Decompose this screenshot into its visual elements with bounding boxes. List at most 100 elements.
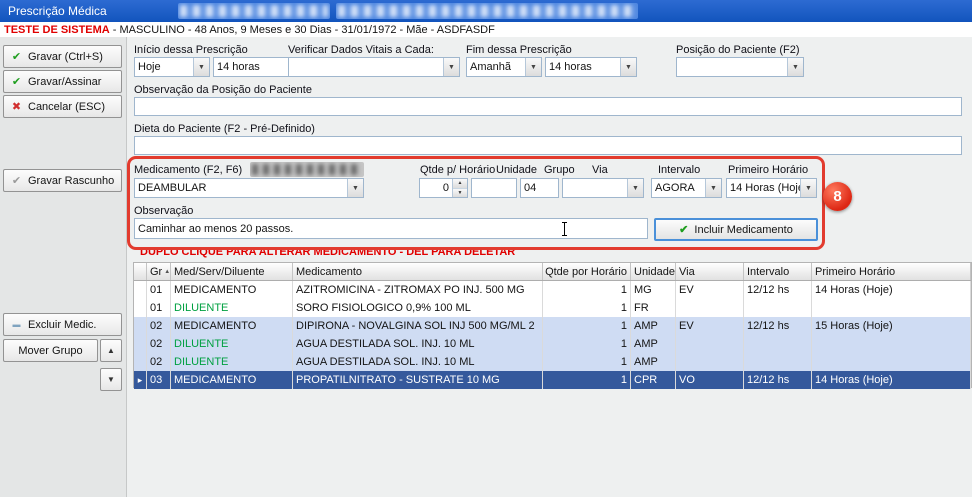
cell-intervalo: 12/12 hs: [744, 371, 812, 389]
intervalo-select[interactable]: AGORA ▼: [651, 178, 722, 198]
table-row[interactable]: 01 DILUENTE SORO FISIOLOGICO 0,9% 100 ML…: [134, 299, 971, 317]
dieta-paciente-label: Dieta do Paciente (F2 - Pré-Definido): [134, 123, 315, 135]
gravar-button[interactable]: ✔ Gravar (Ctrl+S): [3, 45, 122, 68]
column-header-via[interactable]: Via: [676, 263, 744, 280]
cell-intervalo: [744, 353, 812, 371]
verificar-dados-vitais-label: Verificar Dados Vitais a Cada:: [288, 44, 434, 56]
spin-up-icon[interactable]: ▲: [453, 179, 467, 188]
cell-primeiro-horario: [812, 335, 971, 353]
cell-unidade: AMP: [631, 353, 676, 371]
excluir-medicamento-button-label: Excluir Medic.: [28, 319, 96, 331]
chevron-down-icon: ▼: [620, 58, 636, 76]
mover-grupo-button[interactable]: Mover Grupo: [3, 339, 98, 362]
sidebar: ✔ Gravar (Ctrl+S) ✔ Gravar/Assinar ✖ Can…: [0, 37, 127, 497]
via-label: Via: [592, 164, 608, 176]
cell-medicamento: AZITROMICINA - ZITROMAX PO INJ. 500 MG: [293, 281, 543, 299]
via-select[interactable]: ▼: [562, 178, 644, 198]
cell-qtde: 1: [543, 281, 631, 299]
cell-primeiro-horario: [812, 299, 971, 317]
dieta-paciente-input[interactable]: [134, 136, 962, 155]
incluir-medicamento-button[interactable]: ✔ Incluir Medicamento: [654, 218, 818, 241]
obs-posicao-input[interactable]: [134, 97, 962, 116]
medicamento-select[interactable]: DEAMBULAR ▼: [134, 178, 364, 198]
qtde-horario-label: Qtde p/ Horário: [420, 164, 495, 176]
cell-primeiro-horario: 14 Horas (Hoje): [812, 281, 971, 299]
redacted-option-chip: [250, 162, 364, 177]
cell-gr: 02: [147, 317, 171, 335]
chevron-down-icon: ▼: [347, 179, 363, 197]
cell-qtde: 1: [543, 299, 631, 317]
cell-gr: 02: [147, 335, 171, 353]
cell-unidade: MG: [631, 281, 676, 299]
cell-gr: 03: [147, 371, 171, 389]
cell-tipo: MEDICAMENTO: [171, 317, 293, 335]
cell-medicamento: AGUA DESTILADA SOL. INJ. 10 ML: [293, 353, 543, 371]
observacao-input[interactable]: Caminhar ao menos 20 passos.: [134, 218, 648, 239]
patient-info-bar: TESTE DE SISTEMA - MASCULINO - 48 Anos, …: [0, 22, 972, 37]
posicao-paciente-select[interactable]: ▼: [676, 57, 804, 77]
gravar-rascunho-button-label: Gravar Rascunho: [28, 175, 114, 187]
medicamento-label: Medicamento (F2, F6): [134, 164, 242, 176]
cell-unidade: FR: [631, 299, 676, 317]
arrow-up-icon: ▲: [107, 346, 115, 355]
cell-intervalo: [744, 299, 812, 317]
cell-tipo: MEDICAMENTO: [171, 371, 293, 389]
annotation-step-badge: 8: [823, 182, 852, 211]
table-row[interactable]: 01 MEDICAMENTO AZITROMICINA - ZITROMAX P…: [134, 281, 971, 299]
gravar-assinar-button[interactable]: ✔ Gravar/Assinar: [3, 70, 122, 93]
cell-medicamento: PROPATILNITRATO - SUSTRATE 10 MG: [293, 371, 543, 389]
chevron-down-icon: ▼: [787, 58, 803, 76]
column-header-tipo[interactable]: Med/Serv/Diluente: [171, 263, 293, 280]
cell-primeiro-horario: 15 Horas (Hoje): [812, 317, 971, 335]
incluir-medicamento-button-label: Incluir Medicamento: [694, 224, 792, 236]
check-icon: ✔: [10, 174, 23, 187]
unidade-input[interactable]: [471, 178, 517, 198]
table-row[interactable]: 02 MEDICAMENTO DIPIRONA - NOVALGINA SOL …: [134, 317, 971, 335]
qtde-horario-stepper[interactable]: 0 ▲ ▼: [419, 178, 468, 198]
chevron-down-icon: ▼: [705, 179, 721, 197]
selected-row-marker-icon: ▸: [138, 375, 143, 386]
title-bar[interactable]: Prescrição Médica: [0, 0, 972, 22]
table-row[interactable]: 02 DILUENTE AGUA DESTILADA SOL. INJ. 10 …: [134, 335, 971, 353]
spin-down-icon[interactable]: ▼: [453, 188, 467, 198]
column-header-unidade[interactable]: Unidade: [631, 263, 676, 280]
gravar-rascunho-button[interactable]: ✔ Gravar Rascunho: [3, 169, 122, 192]
grupo-input[interactable]: 04: [520, 178, 559, 198]
cell-via: EV: [676, 317, 744, 335]
check-icon: ✔: [10, 75, 23, 88]
x-icon: ✖: [10, 100, 23, 113]
fim-hora-select[interactable]: 14 horas ▼: [545, 57, 637, 77]
cell-unidade: CPR: [631, 371, 676, 389]
cell-tipo: DILUENTE: [171, 353, 293, 371]
observacao-label: Observação: [134, 205, 193, 217]
verificar-dados-vitais-select[interactable]: ▼: [288, 57, 460, 77]
cancelar-button[interactable]: ✖ Cancelar (ESC): [3, 95, 122, 118]
fim-prescricao-select[interactable]: Amanhã ▼: [466, 57, 542, 77]
table-row-selected[interactable]: ▸ 03 MEDICAMENTO PROPATILNITRATO - SUSTR…: [134, 371, 971, 389]
minus-icon: ▬: [10, 320, 23, 329]
cell-primeiro-horario: 14 Horas (Hoje): [812, 371, 971, 389]
cell-medicamento: SORO FISIOLOGICO 0,9% 100 ML: [293, 299, 543, 317]
cell-medicamento: DIPIRONA - NOVALGINA SOL INJ 500 MG/ML 2: [293, 317, 543, 335]
chevron-down-icon: ▼: [193, 58, 209, 76]
primeiro-horario-select[interactable]: 14 Horas (Hoje) ▼: [726, 178, 817, 198]
column-header-medicamento[interactable]: Medicamento: [293, 263, 543, 280]
cell-unidade: AMP: [631, 335, 676, 353]
inicio-prescricao-select[interactable]: Hoje ▼: [134, 57, 210, 77]
column-header-intervalo[interactable]: Intervalo: [744, 263, 812, 280]
excluir-medicamento-button[interactable]: ▬ Excluir Medic.: [3, 313, 122, 336]
cell-intervalo: 12/12 hs: [744, 317, 812, 335]
chevron-down-icon: ▼: [525, 58, 541, 76]
column-header-qtde[interactable]: Qtde por Horário: [543, 263, 631, 280]
check-icon: ✔: [10, 50, 23, 63]
cell-qtde: 1: [543, 335, 631, 353]
column-header-primeiro-horario[interactable]: Primeiro Horário: [812, 263, 971, 280]
move-group-up-button[interactable]: ▲: [100, 339, 122, 362]
column-header-gr[interactable]: Gr ▲: [147, 263, 171, 280]
text-cursor: [561, 222, 568, 236]
table-row[interactable]: 02 DILUENTE AGUA DESTILADA SOL. INJ. 10 …: [134, 353, 971, 371]
redacted-title-text: [178, 3, 330, 19]
intervalo-label: Intervalo: [658, 164, 700, 176]
sort-asc-icon: ▲: [164, 269, 170, 275]
move-group-down-button[interactable]: ▼: [100, 368, 122, 391]
